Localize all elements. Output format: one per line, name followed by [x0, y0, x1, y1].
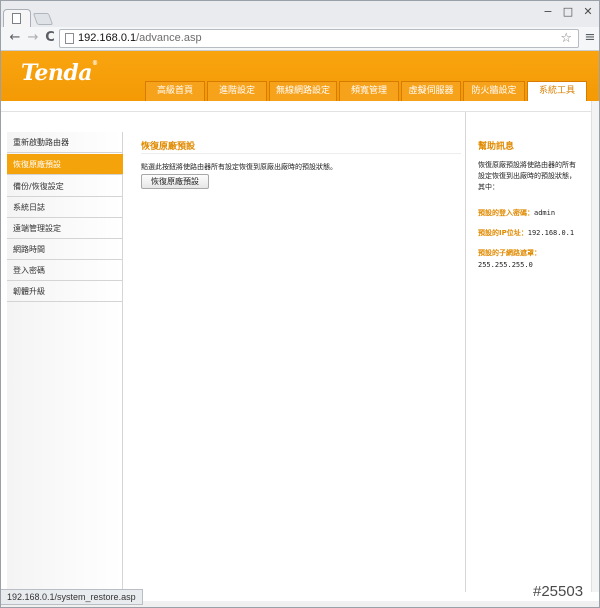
- new-tab-button[interactable]: [32, 13, 54, 25]
- sidebar-item-remote-management[interactable]: 遠端管理設定: [7, 218, 123, 239]
- sidebar-item-factory-reset[interactable]: 恢復原廠預設: [7, 154, 123, 175]
- sidebar-item-reboot[interactable]: 重新啟動路由器: [7, 132, 123, 153]
- tab-advanced[interactable]: 進階設定: [207, 81, 267, 101]
- vertical-scrollbar[interactable]: [591, 101, 599, 592]
- menu-icon[interactable]: ≡: [583, 30, 597, 46]
- restore-defaults-button[interactable]: 恢復原廠預設: [141, 174, 209, 189]
- default-ip-value: 192.168.0.1: [527, 229, 575, 237]
- sidebar-item-login-password[interactable]: 登入密碼: [7, 260, 123, 281]
- reload-icon[interactable]: C: [42, 30, 58, 46]
- page-icon: [65, 33, 74, 44]
- tab-home[interactable]: 高級首頁: [145, 81, 205, 101]
- page-icon: [12, 13, 21, 24]
- header-divider: [1, 101, 599, 112]
- default-mask-label: 預設的子網路遮罩：: [478, 249, 541, 257]
- url-host: 192.168.0.1: [78, 32, 137, 44]
- logo-mark: ®: [91, 60, 98, 67]
- title-bar: − □ ✕: [1, 1, 599, 27]
- tab-wireless[interactable]: 無線網路設定: [269, 81, 337, 101]
- page-title: 恢復原廠預設: [141, 142, 196, 152]
- title-divider: [141, 153, 461, 154]
- tab-bandwidth[interactable]: 頻寬管理: [339, 81, 399, 101]
- help-text: 恢復原廠預設將使路由器的所有設定恢復到出廠時的預設狀態，其中：: [478, 161, 576, 191]
- tenda-logo: Tenda®: [21, 60, 98, 86]
- tab-system-tools[interactable]: 系統工具: [527, 81, 587, 101]
- default-mask-label-row: 預設的子網路遮罩：: [478, 248, 541, 258]
- url-path: /advance.asp: [136, 32, 202, 44]
- default-mask-value-row: 255.255.255.0: [478, 261, 533, 269]
- description-text: 點選此按鈕將使路由器所有設定恢復到原廠出廠時的預設狀態。: [141, 163, 337, 171]
- sidebar: 重新啟動路由器 恢復原廠預設 備份/恢復設定 系統日誌 遠端管理設定 網路時間 …: [7, 132, 123, 592]
- sidebar-item-system-log[interactable]: 系統日誌: [7, 197, 123, 218]
- minimize-button[interactable]: −: [541, 5, 555, 19]
- default-ip-label: 預設的IP位址：: [478, 229, 528, 237]
- default-password-label: 預設的登入密碼：: [478, 209, 534, 217]
- main-content: 恢復原廠預設 點選此按鈕將使路由器所有設定恢復到原廠出廠時的預設狀態。 恢復原廠…: [125, 112, 465, 592]
- back-icon[interactable]: ←: [7, 30, 23, 46]
- sidebar-item-network-time[interactable]: 網路時間: [7, 239, 123, 260]
- close-button[interactable]: ✕: [581, 5, 595, 19]
- sidebar-item-firmware-upgrade[interactable]: 韌體升級: [7, 281, 123, 302]
- browser-tab[interactable]: [3, 9, 31, 27]
- default-mask-value: 255.255.255.0: [478, 261, 533, 269]
- status-bar-url: 192.168.0.1/system_restore.asp: [1, 589, 143, 605]
- help-title: 幫助訊息: [478, 142, 515, 152]
- bookmark-star-icon[interactable]: ☆: [560, 31, 572, 46]
- tab-virtual-server[interactable]: 虛擬伺服器: [401, 81, 461, 101]
- watermark-text: #25503: [533, 583, 584, 600]
- address-bar[interactable]: 192.168.0.1/advance.asp ☆: [59, 29, 579, 48]
- forward-icon[interactable]: →: [25, 30, 41, 46]
- browser-window: − □ ✕ ← → C 192.168.0.1/advance.asp ☆ ≡ …: [0, 0, 600, 608]
- default-password-value: admin: [534, 209, 556, 217]
- maximize-button[interactable]: □: [561, 5, 575, 19]
- logo-text: Tenda: [21, 60, 92, 86]
- default-ip-row: 預設的IP位址：192.168.0.1: [478, 228, 574, 238]
- browser-toolbar: ← → C 192.168.0.1/advance.asp ☆ ≡: [1, 27, 599, 51]
- url-text: 192.168.0.1/advance.asp: [78, 32, 202, 44]
- sidebar-item-backup-restore[interactable]: 備份/恢復設定: [7, 176, 123, 197]
- default-password-row: 預設的登入密碼：admin: [478, 208, 555, 218]
- tab-firewall[interactable]: 防火牆設定: [463, 81, 525, 101]
- help-panel: 幫助訊息 恢復原廠預設將使路由器的所有設定恢復到出廠時的預設狀態，其中： 預設的…: [465, 112, 587, 592]
